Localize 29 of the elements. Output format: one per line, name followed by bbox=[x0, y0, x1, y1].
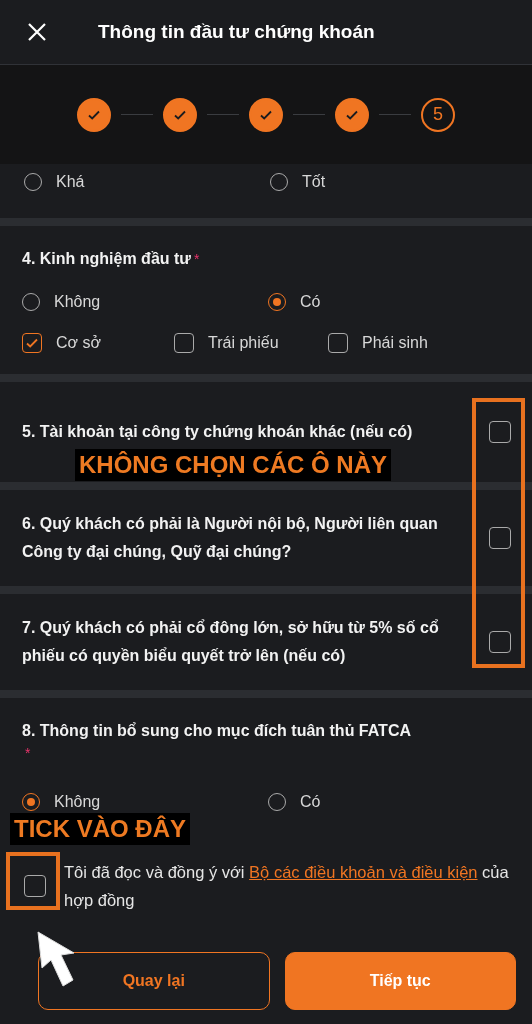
highlight-frame bbox=[6, 852, 60, 910]
required-mark: * bbox=[25, 745, 31, 761]
annotation-label: TICK VÀO ĐÂY bbox=[10, 813, 190, 845]
radio-option[interactable]: Có bbox=[268, 292, 514, 312]
radio-option[interactable]: Tốt bbox=[270, 172, 516, 192]
question-title: 7. Quý khách có phải cổ đông lớn, sở hữu từ 5% số cổ phiếu có quyền biểu quyết trở lên (nếu có) bbox=[22, 618, 440, 666]
radio-option[interactable]: Có bbox=[268, 792, 514, 812]
question-title: 8. Thông tin bổ sung cho mục đích tuân thủ FATCA bbox=[22, 721, 412, 741]
annotation-label: KHÔNG CHỌN CÁC Ô NÀY bbox=[75, 449, 391, 481]
terms-link[interactable]: Bộ các điều khoản và điều kiện bbox=[249, 863, 478, 881]
checkbox-option[interactable]: Trái phiếu bbox=[174, 333, 328, 353]
close-icon[interactable] bbox=[26, 21, 48, 43]
radio-option[interactable]: Khá bbox=[24, 172, 270, 192]
question-title: 4. Kinh nghiệm đầu tư * bbox=[22, 249, 201, 269]
checkbox[interactable] bbox=[489, 631, 511, 653]
required-mark: * bbox=[193, 251, 200, 267]
current-step: 5 bbox=[421, 97, 455, 132]
radio-option[interactable]: Không bbox=[22, 292, 268, 312]
checkbox-option[interactable]: Cơ sở bbox=[22, 333, 174, 353]
agreement-text: Tôi đã đọc và đồng ý với Bộ các điều khoản và điều kiện của hợp đồng bbox=[64, 862, 510, 911]
checkbox[interactable] bbox=[24, 875, 46, 897]
checkbox[interactable] bbox=[489, 527, 511, 549]
question-title: 6. Quý khách có phải là Người nội bộ, Người liên quan Công ty đại chúng, Quỹ đại chúng? bbox=[22, 514, 439, 562]
check-icon bbox=[25, 336, 39, 350]
radio-option[interactable]: Không bbox=[22, 792, 268, 812]
checkbox-option[interactable]: Phái sinh bbox=[328, 333, 488, 353]
checkbox[interactable] bbox=[489, 421, 511, 443]
screen-title: Thông tin đầu tư chứng khoán bbox=[98, 21, 375, 43]
question-title: 5. Tài khoản tại công ty chứng khoán khác (nếu có) bbox=[22, 422, 414, 442]
